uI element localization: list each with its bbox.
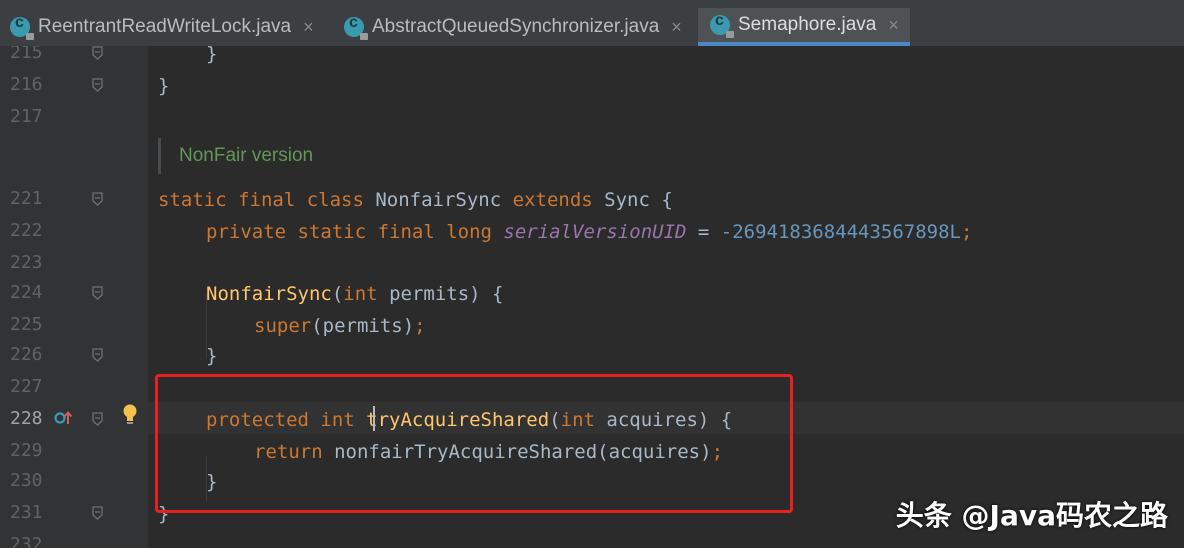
gutter-line[interactable]: 217: [0, 102, 148, 134]
line-number: 215: [10, 46, 43, 63]
fold-icon[interactable]: [92, 78, 103, 92]
fold-icon[interactable]: [92, 348, 103, 362]
gutter-line[interactable]: 230: [0, 466, 148, 498]
lock-icon: [26, 33, 34, 40]
tab-label: Semaphore.java: [738, 14, 877, 35]
line-number: 225: [10, 314, 43, 335]
tab-abstract-queued-synchronizer[interactable]: AbstractQueuedSynchronizer.java ×: [344, 8, 694, 46]
line-number: 224: [10, 282, 43, 303]
fold-icon[interactable]: [92, 286, 103, 300]
line-number-gutter: 215 216 217 221 222 223 224 225 226 227 228 229 230 2…: [0, 46, 148, 548]
line-number: 229: [10, 440, 43, 461]
fold-icon[interactable]: [92, 506, 103, 520]
highlight-box: [155, 374, 793, 513]
watermark: 头条 @Java码农之路: [895, 499, 1168, 532]
editor-tab-bar: ReentrantReadWriteLock.java × AbstractQu…: [0, 0, 1184, 46]
line-number: 230: [10, 470, 43, 491]
code-token: Sync {: [604, 189, 673, 211]
code-token: (: [331, 283, 344, 305]
code-token: super: [254, 315, 312, 337]
code-editor[interactable]: 215 216 217 221 222 223 224 225 226 227 228 229 230 2…: [0, 46, 1184, 548]
code-line[interactable]: }: [206, 340, 217, 372]
code-token: }: [206, 345, 218, 367]
tab-reentrant-read-write-lock[interactable]: ReentrantReadWriteLock.java ×: [10, 8, 330, 46]
lock-icon: [726, 31, 734, 38]
implements-icon[interactable]: [54, 410, 74, 430]
code-token: }: [206, 46, 218, 65]
gutter-line[interactable]: 216: [0, 70, 148, 102]
code-token: ;: [961, 221, 973, 243]
code-token: NonfairSync: [206, 283, 332, 305]
line-number: 216: [10, 74, 43, 95]
code-line[interactable]: }: [206, 46, 217, 70]
gutter-line[interactable]: 224: [0, 278, 148, 310]
java-class-icon: [10, 14, 34, 40]
code-line[interactable]: }: [158, 70, 169, 102]
tab-label: ReentrantReadWriteLock.java: [38, 16, 292, 37]
code-token: extends: [512, 189, 605, 211]
code-line[interactable]: static final class NonfairSync extends S…: [158, 184, 673, 216]
code-token: int: [343, 283, 390, 305]
line-number: 217: [10, 106, 43, 127]
gutter-line[interactable]: 225: [0, 310, 148, 342]
code-token: }: [158, 75, 170, 97]
close-icon[interactable]: ×: [671, 17, 682, 38]
close-icon[interactable]: ×: [303, 17, 314, 38]
tab-label: AbstractQueuedSynchronizer.java: [372, 16, 660, 37]
gutter-line[interactable]: 227: [0, 372, 148, 404]
code-token: permits) {: [389, 283, 504, 305]
fold-icon[interactable]: [92, 192, 103, 206]
tab-semaphore[interactable]: Semaphore.java ×: [698, 8, 910, 46]
line-number: 223: [10, 252, 43, 273]
gutter-line[interactable]: 223: [0, 248, 148, 280]
code-token: NonfairSync: [375, 189, 513, 211]
java-class-icon: [710, 12, 734, 38]
line-number: 222: [10, 220, 43, 241]
line-number: 231: [10, 502, 43, 523]
gutter-line[interactable]: 226: [0, 340, 148, 372]
code-token: static final class: [158, 189, 376, 211]
fold-icon[interactable]: [92, 46, 103, 60]
code-token: private static final long: [206, 221, 504, 243]
gutter-line[interactable]: 221: [0, 184, 148, 216]
gutter-line[interactable]: 215: [0, 46, 148, 70]
fold-icon[interactable]: [92, 412, 103, 426]
gutter-line[interactable]: 232: [0, 530, 148, 548]
lock-icon: [360, 33, 368, 40]
code-token: ;: [414, 315, 426, 337]
line-number: 226: [10, 344, 43, 365]
gutter-line[interactable]: 222: [0, 216, 148, 248]
code-token: (permits): [311, 315, 415, 337]
code-token: -2694183684443567898L: [720, 221, 961, 243]
lightbulb-icon[interactable]: [122, 404, 138, 430]
close-icon[interactable]: ×: [888, 15, 899, 36]
line-number: 228: [10, 408, 43, 429]
code-token: =: [686, 221, 721, 243]
line-number: 232: [10, 534, 43, 548]
line-number: 221: [10, 188, 43, 209]
doc-comment: NonFair version: [158, 138, 313, 174]
code-token: serialVersionUID: [503, 221, 687, 243]
gutter-line[interactable]: 229: [0, 436, 148, 468]
line-number: 227: [10, 376, 43, 397]
java-class-icon: [344, 14, 368, 40]
code-line[interactable]: NonfairSync(int permits) {: [206, 278, 503, 310]
gutter-line[interactable]: 231: [0, 498, 148, 530]
code-line[interactable]: private static final long serialVersionU…: [206, 216, 972, 248]
code-line[interactable]: super(permits);: [254, 310, 426, 342]
